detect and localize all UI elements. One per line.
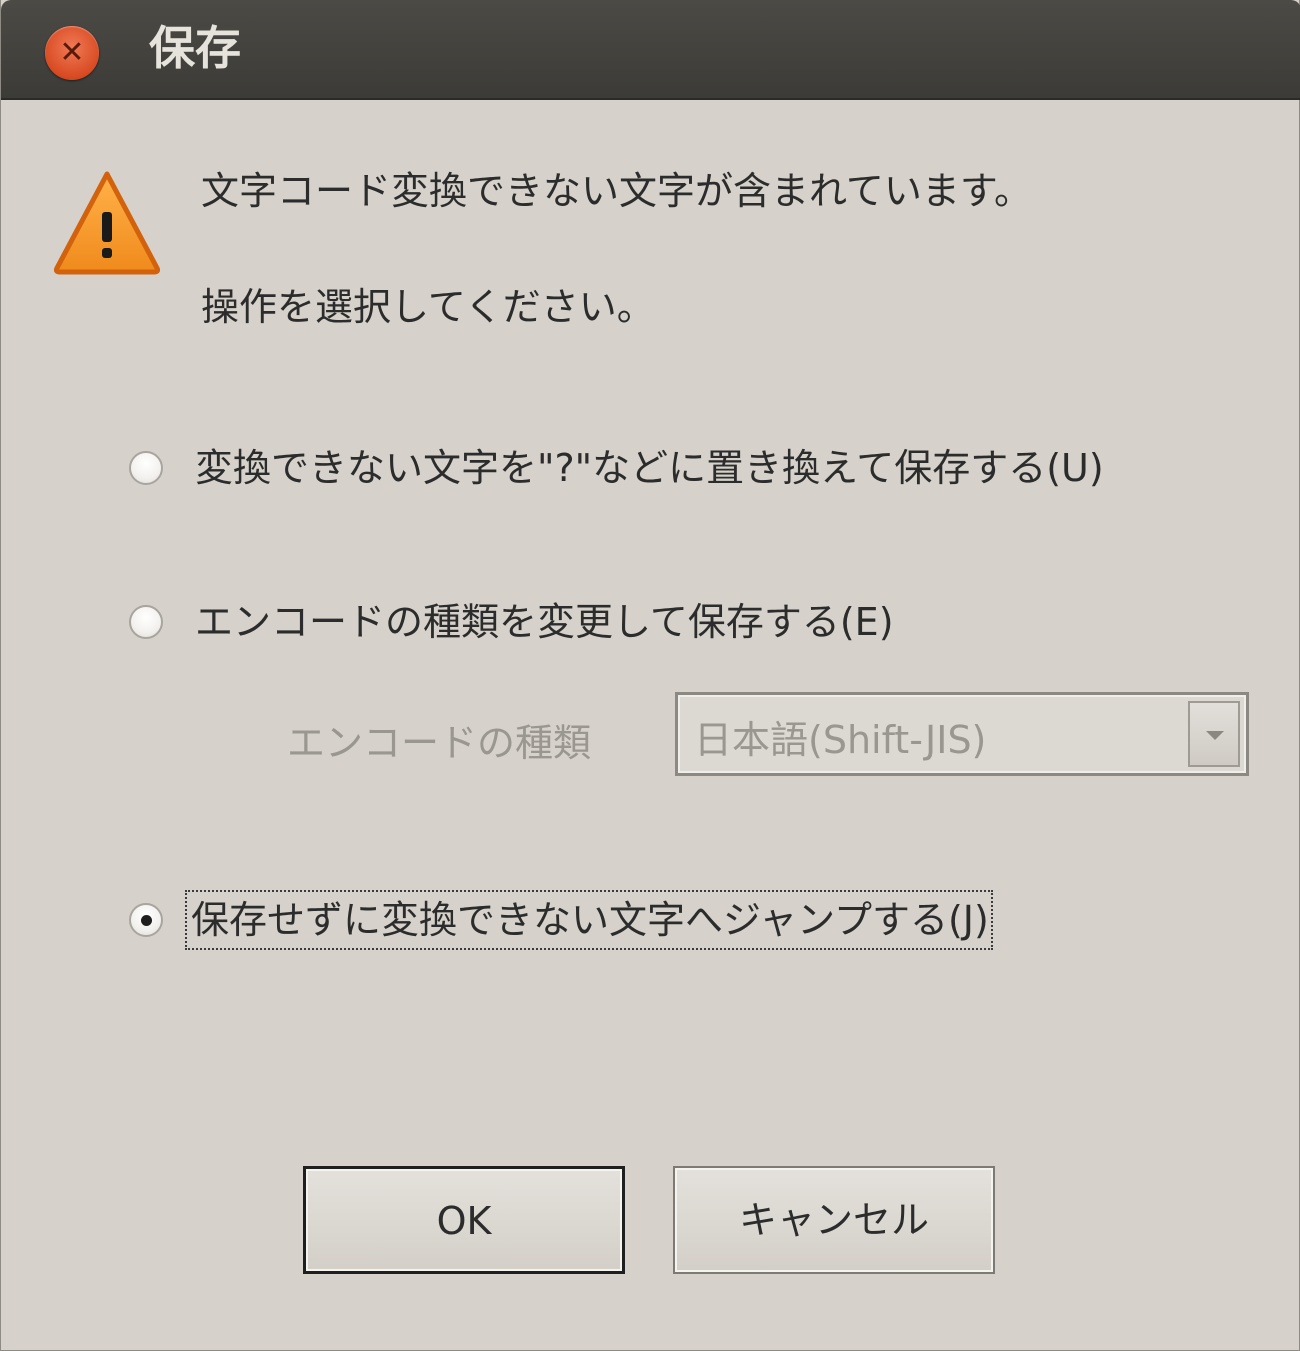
encoding-selected-value: 日本語(Shift-JIS) xyxy=(694,718,987,762)
encoding-type-select[interactable]: 日本語(Shift-JIS) xyxy=(675,692,1249,776)
warning-icon xyxy=(53,171,161,275)
option-jump-label[interactable]: 保存せずに変換できない文字へジャンプする(J) xyxy=(185,890,993,950)
cancel-button[interactable]: キャンセル xyxy=(673,1166,995,1274)
radio-button-checked[interactable] xyxy=(129,903,163,937)
message-line-2: 操作を選択してください。 xyxy=(201,285,655,329)
option-replace-radio[interactable]: 変換できない文字を"?"などに置き換えて保存する(U) xyxy=(129,438,1108,498)
option-change-encoding-label[interactable]: エンコードの種類を変更して保存する(E) xyxy=(191,594,898,650)
option-replace-label[interactable]: 変換できない文字を"?"などに置き換えて保存する(U) xyxy=(191,440,1108,496)
save-dialog: ✕ 保存 文字コード変換できない文字が含まれています。 操作を選択してください。… xyxy=(0,0,1300,1351)
chevron-down-icon[interactable] xyxy=(1188,701,1240,767)
message-line-1: 文字コード変換できない文字が含まれています。 xyxy=(201,169,1033,213)
option-change-encoding-radio[interactable]: エンコードの種類を変更して保存する(E) xyxy=(129,592,898,652)
radio-button[interactable] xyxy=(129,605,163,639)
ok-button[interactable]: OK xyxy=(303,1166,625,1274)
title-bar[interactable]: ✕ 保存 xyxy=(1,0,1300,100)
close-icon[interactable]: ✕ xyxy=(45,26,99,80)
encoding-type-label: エンコードの種類 xyxy=(287,721,592,765)
radio-button[interactable] xyxy=(129,451,163,485)
dialog-title: 保存 xyxy=(149,21,241,75)
option-jump-radio[interactable]: 保存せずに変換できない文字へジャンプする(J) xyxy=(129,890,993,950)
